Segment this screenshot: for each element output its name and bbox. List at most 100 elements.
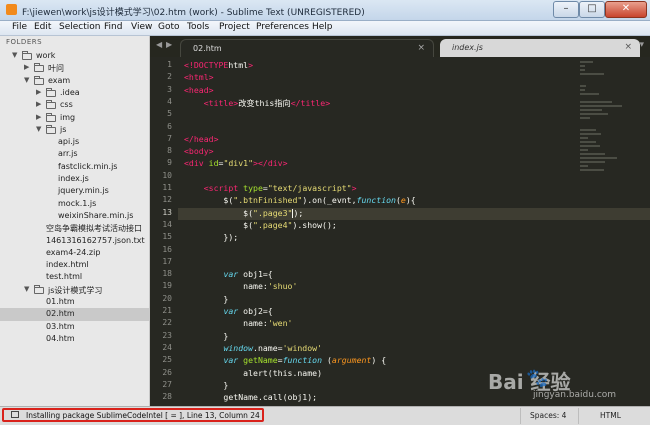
sidebar-file[interactable]: exam4-24.zip xyxy=(0,247,149,260)
minimap[interactable] xyxy=(580,61,640,181)
menu-preferences[interactable]: Preferences xyxy=(256,22,309,32)
close-button[interactable]: ✕ xyxy=(605,1,647,18)
expanded-arrow-icon[interactable]: ▼ xyxy=(12,51,17,59)
code-line[interactable]: <!DOCTYPEhtml> xyxy=(184,60,253,70)
sidebar-item-label: arr.js xyxy=(58,149,78,159)
minimize-button[interactable]: – xyxy=(553,1,579,18)
code-line[interactable]: } xyxy=(184,294,228,304)
collapsed-arrow-icon[interactable]: ▶ xyxy=(24,63,29,71)
tab-close-icon[interactable]: × xyxy=(417,43,425,53)
minimap-line xyxy=(580,129,597,131)
code-line[interactable]: var obj2={ xyxy=(184,306,272,316)
maximize-button[interactable]: □ xyxy=(579,1,605,18)
line-number: 28 xyxy=(162,392,172,402)
menu-project[interactable]: Project xyxy=(219,22,250,32)
minimap-line xyxy=(580,93,599,95)
collapsed-arrow-icon[interactable]: ▶ xyxy=(36,113,41,121)
menu-file[interactable]: File xyxy=(12,22,27,32)
code-line[interactable]: $(".page3"); xyxy=(184,208,303,218)
sidebar-item-label: 叶问 xyxy=(48,64,64,74)
code-line[interactable]: <div id="div1"></div> xyxy=(184,158,288,168)
expanded-arrow-icon[interactable]: ▼ xyxy=(24,285,29,293)
line-number: 24 xyxy=(162,342,172,352)
sidebar-folder[interactable]: ▶ img xyxy=(0,112,149,125)
tab-list-menu-icon[interactable]: ▾ xyxy=(639,40,644,50)
folder-icon xyxy=(34,63,44,73)
line-number: 12 xyxy=(162,195,172,205)
code-line[interactable]: var getName=function (argument) { xyxy=(184,355,386,365)
expanded-arrow-icon[interactable]: ▼ xyxy=(24,76,29,84)
code-line[interactable]: window.name='window' xyxy=(184,343,322,353)
sidebar-file[interactable]: fastclick.min.js xyxy=(0,161,149,174)
sidebar-file[interactable]: 02.htm xyxy=(0,308,149,322)
code-line[interactable]: $(".page4").show(); xyxy=(184,220,337,230)
menu-goto[interactable]: Goto xyxy=(158,22,180,32)
sidebar-file[interactable]: mock.1.js xyxy=(0,198,149,211)
menu-tools[interactable]: Tools xyxy=(187,22,209,32)
tab-index-js[interactable]: index.js × xyxy=(440,39,640,57)
menu-view[interactable]: View xyxy=(131,22,152,32)
code-line[interactable]: </head> xyxy=(184,134,219,144)
sidebar-file[interactable]: jquery.min.js xyxy=(0,185,149,198)
code-line[interactable]: getName.call(obj1); xyxy=(184,392,317,402)
syntax-setting[interactable]: HTML xyxy=(600,411,621,420)
sidebar-folder[interactable]: ▼ work xyxy=(0,50,149,63)
menu-help[interactable]: Help xyxy=(312,22,333,32)
sidebar-file[interactable]: 1461316162757.json.txt xyxy=(0,235,149,248)
collapsed-arrow-icon[interactable]: ▶ xyxy=(36,100,41,108)
indentation-setting[interactable]: Spaces: 4 xyxy=(530,411,566,420)
sidebar-file[interactable]: test.html xyxy=(0,271,149,284)
code-line[interactable]: name:'wen' xyxy=(184,318,292,328)
sidebar-item-label: test.html xyxy=(46,272,83,282)
code-line[interactable]: alert(this.name) xyxy=(184,368,322,378)
sidebar-file[interactable]: weixinShare.min.js xyxy=(0,210,149,223)
title-bar[interactable]: F:\jiewen\work\js设计模式学习\02.htm (work) - … xyxy=(0,0,650,21)
sidebar-file[interactable]: index.html xyxy=(0,259,149,272)
minimap-line xyxy=(580,149,589,151)
code-line[interactable]: <body> xyxy=(184,146,214,156)
menu-find[interactable]: Find xyxy=(104,22,122,32)
sidebar-file[interactable]: 空岛争霸模拟考试活动接口 xyxy=(0,222,149,235)
sidebar-file[interactable]: 03.htm xyxy=(0,321,149,334)
code-line[interactable]: $(".btnFinished").on(_evnt,function(e){ xyxy=(184,195,415,205)
tab-close-icon[interactable]: × xyxy=(624,42,632,52)
code-line[interactable]: <html> xyxy=(184,72,214,82)
code-line[interactable]: }); xyxy=(184,232,238,242)
menu-selection[interactable]: Selection xyxy=(59,22,100,32)
tab-scroll-right-icon[interactable]: ▶ xyxy=(166,40,172,49)
line-number: 20 xyxy=(162,293,172,303)
sidebar-file[interactable]: index.js xyxy=(0,173,149,186)
tab-02-htm[interactable]: 02.htm × xyxy=(180,39,434,57)
sidebar-folder[interactable]: ▶ 叶问 xyxy=(0,62,149,75)
sidebar-item-label: 02.htm xyxy=(46,309,75,319)
sidebar-file[interactable]: 04.htm xyxy=(0,333,149,346)
sidebar-item-label: js设计模式学习 xyxy=(48,285,103,295)
code-line[interactable]: name:'shuo' xyxy=(184,281,297,291)
sublime-app-icon xyxy=(6,4,17,15)
sidebar-folder[interactable]: ▼ js设计模式学习 xyxy=(0,284,149,297)
sidebar-folder[interactable]: ▶ .idea xyxy=(0,87,149,100)
panel-toggle-icon[interactable] xyxy=(11,411,19,418)
expanded-arrow-icon[interactable]: ▼ xyxy=(36,125,41,133)
sidebar-folder[interactable]: ▼ js xyxy=(0,124,149,137)
sidebar-file[interactable]: api.js xyxy=(0,136,149,149)
minimap-line xyxy=(580,133,601,135)
sidebar-folder[interactable]: ▶ css xyxy=(0,99,149,112)
collapsed-arrow-icon[interactable]: ▶ xyxy=(36,88,41,96)
menu-edit[interactable]: Edit xyxy=(34,22,51,32)
sidebar-file[interactable]: arr.js xyxy=(0,148,149,161)
code-line[interactable]: <head> xyxy=(184,85,214,95)
tab-scroll-left-icon[interactable]: ◀ xyxy=(156,40,162,49)
sidebar-item-label: work xyxy=(36,51,56,60)
code-line[interactable]: var obj1={ xyxy=(184,269,272,279)
sidebar-file[interactable]: 01.htm xyxy=(0,296,149,309)
code-editor[interactable]: 1 2 3 4 5 6 7 8 9 10 11 12 13 14 15 16 17 18 19 20 21 22 23 24 2… xyxy=(150,57,650,406)
code-line[interactable]: <script type="text/javascript"> xyxy=(184,183,357,193)
folder-icon xyxy=(46,100,56,110)
sidebar-folder[interactable]: ▼ exam xyxy=(0,75,149,88)
code-line[interactable]: <title>改变this指向</title> xyxy=(184,97,330,109)
sidebar-item-label: img xyxy=(60,112,76,122)
line-number: 21 xyxy=(162,306,172,315)
code-line[interactable]: } xyxy=(184,331,228,341)
code-line[interactable]: } xyxy=(184,380,228,390)
